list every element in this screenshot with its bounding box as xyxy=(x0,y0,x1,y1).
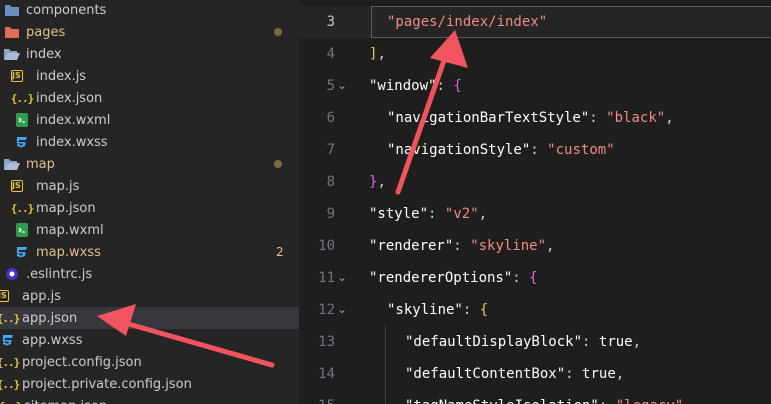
code-editor[interactable]: 3 "pages/index/index" 4], 5 ⌄ "window": {6 "na… xyxy=(299,0,771,404)
file-tree-item-label: pages xyxy=(26,24,66,40)
file-tree-item-label: project.config.json xyxy=(22,354,142,370)
file-tree-item-label: index.wxml xyxy=(36,112,111,128)
file-tree-item[interactable]: map xyxy=(0,153,299,175)
file-tree-item[interactable]: components xyxy=(0,0,299,21)
file-tree-item[interactable]: JS app.js xyxy=(0,285,299,307)
line-number: 6 xyxy=(326,110,335,126)
file-tree-item[interactable]: index xyxy=(0,43,299,65)
code-line[interactable]: "navigationBarTextStyle": "black", xyxy=(387,102,674,134)
json-file-icon: {..} xyxy=(0,311,20,325)
file-tree-item-label: app.wxss xyxy=(22,332,83,348)
file-tree-item[interactable]: map.wxml xyxy=(0,219,299,241)
js-file-icon: JS xyxy=(11,178,30,194)
js-file-icon: JS xyxy=(11,68,30,84)
line-number: 7 xyxy=(326,142,335,158)
fold-chevron-icon[interactable]: ⌄ xyxy=(335,294,349,326)
file-tree-item[interactable]: JS map.js xyxy=(0,175,299,197)
file-tree-item-label: index.wxss xyxy=(36,134,108,150)
file-tree-item-label: map xyxy=(26,156,55,172)
file-tree-item-label: map.json xyxy=(36,200,96,216)
line-number: 11 xyxy=(318,270,335,286)
line-number: 5 xyxy=(326,78,335,94)
line-number: 4 xyxy=(326,46,335,62)
wxss-file-icon xyxy=(14,244,30,260)
file-tree-item-label: app.json xyxy=(22,310,78,326)
code-line[interactable]: }, xyxy=(369,166,386,198)
file-tree-item-label: map.js xyxy=(36,178,80,194)
code-line[interactable]: "defaultContentBox": true, xyxy=(405,358,624,390)
code-line[interactable]: "rendererOptions": { xyxy=(369,262,538,294)
line-number: 13 xyxy=(318,334,335,350)
file-tree-item-label: map.wxml xyxy=(36,222,104,238)
code-line[interactable]: "pages/index/index" xyxy=(387,6,547,38)
json-file-icon: {..} xyxy=(10,91,34,105)
fold-chevron-icon[interactable]: ⌄ xyxy=(335,262,349,294)
wxss-file-icon xyxy=(0,332,16,348)
code-line[interactable]: "defaultDisplayBlock": true, xyxy=(405,326,641,358)
code-line[interactable]: "style": "v2", xyxy=(369,198,487,230)
line-number: 12 xyxy=(318,302,335,318)
file-tree-item[interactable]: app.wxss xyxy=(0,329,299,351)
json-file-icon: {..} xyxy=(0,355,20,369)
wxss-file-icon xyxy=(14,134,30,150)
js-file-icon: JS xyxy=(0,288,16,304)
file-tree-item[interactable]: {..} index.json xyxy=(0,87,299,109)
file-tree-item[interactable]: {..} map.json xyxy=(0,197,299,219)
file-tree-item[interactable]: JS index.js xyxy=(0,65,299,87)
line-number: 3 xyxy=(326,14,335,30)
code-line[interactable]: "tagNameStyleIsolation": "legacy", xyxy=(405,390,692,404)
line-number: 14 xyxy=(318,366,335,382)
file-tree-item[interactable]: index.wxss xyxy=(0,131,299,153)
file-tree-item-label: index.json xyxy=(36,90,103,106)
file-explorer: components pages index JS index.js {..} index.… xyxy=(0,0,299,404)
file-tree-item-label: sitemap.json xyxy=(24,399,107,404)
file-tree-item-label: map.wxss xyxy=(36,244,101,260)
file-tree-item[interactable]: {..}app.json xyxy=(0,307,299,329)
json-file-icon: {..} xyxy=(10,201,34,215)
file-tree-item[interactable]: {..}project.config.json xyxy=(0,351,299,373)
code-line[interactable]: "renderer": "skyline", xyxy=(369,230,554,262)
file-tree-item-label: app.js xyxy=(22,288,61,304)
line-number: 8 xyxy=(326,174,335,190)
folder-open-icon xyxy=(4,156,20,172)
line-number: 10 xyxy=(318,238,335,254)
file-tree-item[interactable]: index.wxml xyxy=(0,109,299,131)
code-line[interactable]: "navigationStyle": "custom" xyxy=(387,134,615,166)
file-tree-item-label: project.private.config.json xyxy=(22,376,192,392)
problem-count-badge: 2 xyxy=(276,245,284,259)
wxml-file-icon xyxy=(14,112,30,128)
folder-open-icon xyxy=(4,46,20,62)
pages-folder-icon xyxy=(4,24,20,40)
file-tree-item[interactable]: pages xyxy=(0,21,299,43)
code-line[interactable]: "window": { xyxy=(369,70,462,102)
file-tree-item-label: components xyxy=(26,2,107,18)
code-line[interactable]: "skyline": { xyxy=(387,294,488,326)
file-tree-item-label: index.js xyxy=(36,68,87,84)
file-tree-item[interactable]: .eslintrc.js xyxy=(0,263,299,285)
json-file-icon: {..} xyxy=(0,398,22,404)
fold-chevron-icon[interactable]: ⌄ xyxy=(335,70,349,102)
file-tree-item[interactable]: map.wxss 2 xyxy=(0,241,299,263)
code-line[interactable]: ], xyxy=(369,38,386,70)
modified-dot-icon xyxy=(274,28,282,36)
line-number: 9 xyxy=(326,206,335,222)
wxml-file-icon xyxy=(14,222,30,238)
folder-icon xyxy=(4,2,20,18)
line-number: 15 xyxy=(299,390,335,404)
file-tree-item-label: .eslintrc.js xyxy=(26,266,93,282)
json-file-icon: {..} xyxy=(0,377,20,391)
eslint-file-icon xyxy=(4,266,20,282)
file-tree-item[interactable]: {..}sitemap.json xyxy=(0,395,299,404)
indent-guide xyxy=(385,326,386,404)
file-tree-item[interactable]: {..}project.private.config.json xyxy=(0,373,299,395)
modified-dot-icon xyxy=(274,160,282,168)
file-tree-item-label: index xyxy=(26,46,62,62)
